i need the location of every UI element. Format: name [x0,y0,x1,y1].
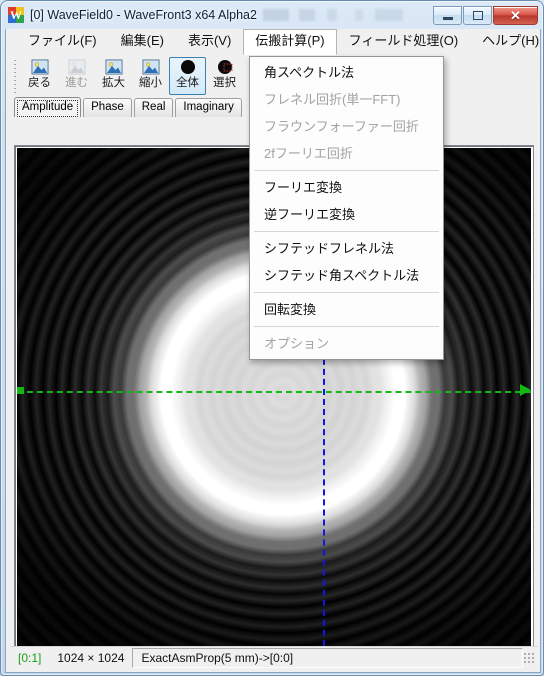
menuitem-2f-fourier: 2fフーリエ回折 [264,146,353,161]
menu-bar: ファイル(F) 編集(E) 表示(V) 伝搬計算(P) フィールド処理(O) ヘ… [6,28,540,55]
toolbar-zoom-out-label: 縮小 [139,77,162,89]
maximize-button[interactable] [463,5,492,25]
circle-select-icon [216,59,234,76]
title-blurred-suffix [262,9,432,21]
menu-propagation[interactable]: 伝搬計算(P) [243,28,337,55]
window-frame: W [0] WaveField0 - WaveFront3 x64 Alpha2… [0,0,544,676]
menu-separator [254,231,439,232]
horizontal-guide-handle[interactable] [17,387,24,394]
menu-file[interactable]: ファイル(F) [16,29,109,54]
menu-separator [254,292,439,293]
minimize-icon [442,16,453,20]
close-icon: ✕ [510,7,521,23]
minimize-button[interactable] [433,5,462,25]
tab-real[interactable]: Real [133,98,174,117]
application-window: W [0] WaveField0 - WaveFront3 x64 Alpha2… [0,0,544,676]
toolbar-forward[interactable]: 進む [58,57,95,95]
menuitem-fresnel-single-fft: フレネル回折(単一FFT) [264,92,401,107]
svg-text:W: W [10,8,22,22]
toolbar-fit-whole-label: 全体 [176,77,199,89]
menuitem-shifted-fresnel[interactable]: シフテッドフレネル法 [250,235,443,262]
status-bar: [0:1] 1024 × 1024 ExactAsmProp(5 mm)->[0… [10,646,538,668]
wavefront-logo-icon: W [8,7,24,23]
tab-amplitude[interactable]: Amplitude [14,97,82,117]
menu-view[interactable]: 表示(V) [176,29,243,54]
toolbar-select[interactable]: 選択 [206,57,243,95]
picture-icon [68,59,86,76]
picture-icon [105,59,123,76]
close-button[interactable]: ✕ [493,5,538,25]
menu-separator [254,326,439,327]
tab-imaginary[interactable]: Imaginary [175,98,242,117]
resize-grip-icon[interactable] [523,651,535,664]
menuitem-rotational-transform[interactable]: 回転変換 [250,296,443,323]
menuitem-inverse-fourier-transform[interactable]: 逆フーリエ変換 [250,201,443,228]
menuitem-fourier-transform[interactable]: フーリエ変換 [250,174,443,201]
status-operation: ExactAsmProp(5 mm)->[0:0] [132,647,523,668]
toolbar-zoom-out[interactable]: 縮小 [132,57,169,95]
picture-icon [142,59,160,76]
window-controls: ✕ [432,5,538,25]
horizontal-guide-line[interactable] [17,391,531,393]
status-dimensions: 1024 × 1024 [57,650,125,665]
menu-field-processing[interactable]: フィールド処理(O) [337,29,471,54]
menu-edit[interactable]: 編集(E) [109,29,176,54]
status-index: [0:1] [18,650,42,665]
maximize-icon [472,10,483,20]
toolbar-grip[interactable] [12,58,18,94]
menuitem-angular-spectrum[interactable]: 角スペクトル法 [250,59,443,86]
tab-focus-ring [17,100,79,117]
menuitem-fraunhofer: フラウンフォーファー回折 [264,119,419,134]
circle-whole-icon [179,59,197,76]
window-title: [0] WaveField0 - WaveFront3 x64 Alpha2 [30,8,257,22]
menuitem-shifted-angular-spectrum[interactable]: シフテッド角スペクトル法 [250,262,443,289]
menuitem-options: オプション [264,336,330,351]
toolbar-back[interactable]: 戻る [21,57,58,95]
menu-help[interactable]: ヘルプ(H) [470,29,543,54]
propagation-dropdown-menu[interactable]: 角スペクトル法 フレネル回折(単一FFT) フラウンフォーファー回折 2fフーリ… [249,56,444,360]
horizontal-guide-arrow-icon [520,384,531,396]
toolbar-fit-whole[interactable]: 全体 [169,57,206,95]
toolbar-back-label: 戻る [28,77,51,89]
picture-icon [31,59,49,76]
toolbar-select-label: 選択 [213,77,236,89]
toolbar-zoom-in[interactable]: 拡大 [95,57,132,95]
title-bar[interactable]: W [0] WaveField0 - WaveFront3 x64 Alpha2… [1,1,543,29]
toolbar-zoom-in-label: 拡大 [102,77,125,89]
menu-separator [254,170,439,171]
toolbar-forward-label: 進む [65,77,88,89]
tab-phase[interactable]: Phase [83,98,132,117]
